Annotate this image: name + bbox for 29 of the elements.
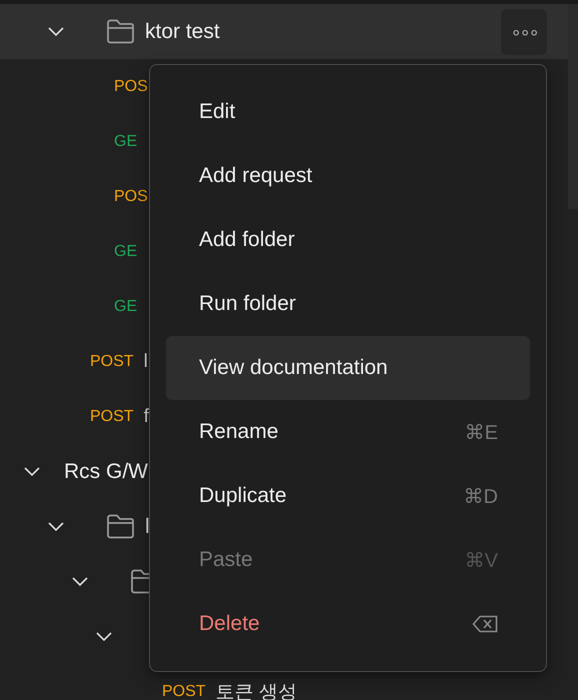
menu-item[interactable]: Rename ⌘E (166, 400, 530, 464)
folder-row[interactable]: ktor test ∘∘∘ (0, 4, 568, 59)
folder-icon (106, 19, 135, 44)
chevron-down-icon[interactable] (24, 466, 40, 476)
menu-item[interactable]: Edit (166, 80, 530, 144)
request-name: 토큰 생성 (216, 680, 297, 700)
method-label: GE (114, 132, 138, 150)
menu-item[interactable]: Duplicate ⌘D (166, 464, 530, 528)
menu-item[interactable]: View documentation (166, 336, 530, 400)
shortcut-label: ⌘E (464, 420, 498, 444)
method-label: POST (90, 352, 134, 370)
shortcut-label: ⌘D (464, 484, 498, 508)
menu-item[interactable]: Run folder (166, 272, 530, 336)
method-label: POST (90, 408, 134, 426)
request-name: l (144, 350, 148, 372)
folder-name: l (145, 514, 150, 538)
request-name: f (144, 406, 149, 428)
chevron-down-icon[interactable] (72, 576, 88, 586)
collection-name: Rcs G/W (64, 460, 148, 484)
menu-item[interactable]: Add folder (166, 208, 530, 272)
folder-icon (106, 514, 135, 539)
chevron-down-icon[interactable] (48, 522, 64, 532)
chevron-down-icon[interactable] (96, 632, 112, 642)
more-button[interactable]: ∘∘∘ (501, 8, 547, 54)
menu-item[interactable]: Add request (166, 144, 530, 208)
folder-name: ktor test (145, 20, 220, 44)
chevron-down-icon[interactable] (48, 26, 64, 36)
method-label: POST (162, 682, 206, 700)
menu-item[interactable]: Delete (166, 592, 530, 656)
